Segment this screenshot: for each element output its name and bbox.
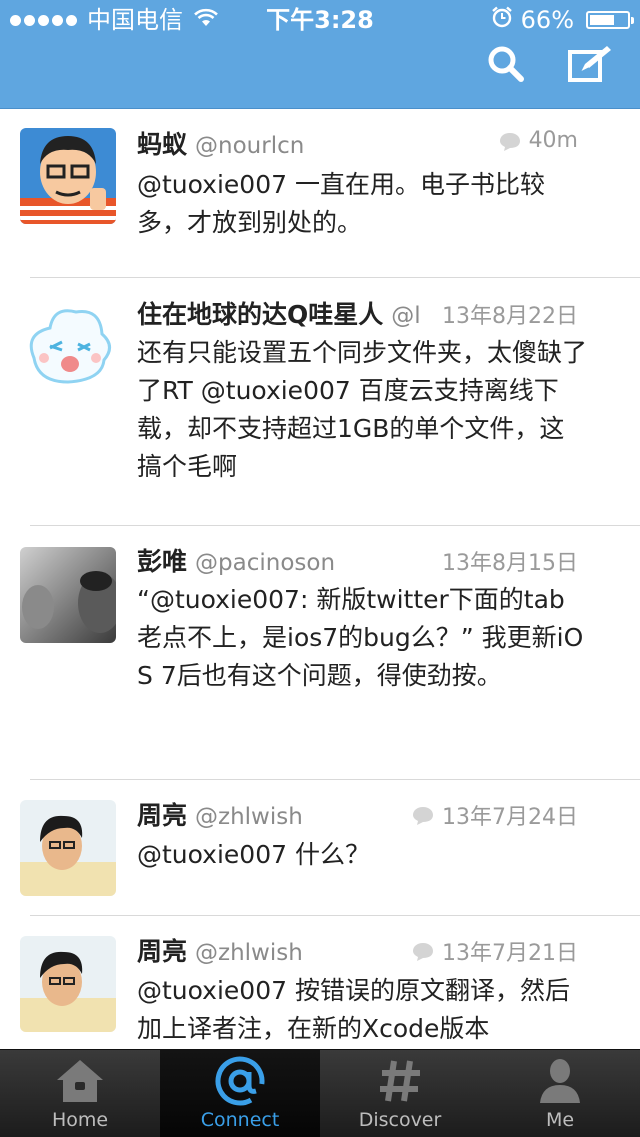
avatar[interactable] bbox=[20, 936, 116, 1032]
tweet-author-handle: @nourlcn bbox=[195, 133, 305, 159]
tweet-author-handle: @pacinoson bbox=[195, 550, 336, 576]
person-icon bbox=[532, 1055, 588, 1107]
battery-percent: 66% bbox=[520, 6, 574, 34]
tweet-time: 13年7月24日 bbox=[406, 799, 578, 831]
tweet-item[interactable]: 周亮 @zhlwish 13年7月21日 @tuoxie007 按错误的原文翻译… bbox=[0, 916, 640, 1049]
timeline[interactable]: 蚂蚁 @nourlcn 40m @tuoxie007 一直在用。电子书比较多，才… bbox=[0, 109, 640, 1049]
tweet-author-name[interactable]: 周亮 bbox=[137, 796, 187, 832]
reply-bubble-icon bbox=[412, 942, 434, 961]
avatar[interactable] bbox=[20, 298, 116, 394]
home-icon bbox=[52, 1055, 108, 1107]
at-sign-icon bbox=[212, 1055, 268, 1107]
search-button[interactable] bbox=[482, 44, 530, 88]
tweet-text: @tuoxie007 一直在用。电子书比较多，才放到别处的。 bbox=[137, 170, 545, 237]
tab-connect-label: Connect bbox=[200, 1109, 280, 1131]
tweet-author-name[interactable]: 蚂蚁 bbox=[137, 125, 187, 161]
tweet-author-name[interactable]: 彭唯 bbox=[137, 542, 187, 578]
tweet-time: 13年8月22日 bbox=[436, 298, 578, 330]
tweet-author-name[interactable]: 周亮 bbox=[137, 932, 187, 968]
reply-bubble-icon bbox=[499, 132, 521, 151]
tweet-time-label: 13年8月15日 bbox=[442, 551, 578, 576]
compose-icon bbox=[567, 44, 613, 88]
tweet-time-label: 40m bbox=[528, 128, 578, 153]
tweet-author-handle: @zhlwish bbox=[195, 804, 303, 830]
tweet-author-handle: @zhlwish bbox=[195, 940, 303, 966]
tweet-item[interactable]: 周亮 @zhlwish 13年7月24日 @tuoxie007 什么？ bbox=[0, 780, 640, 916]
tweet-text: @tuoxie007 按错误的原文翻译，然后加上译者注，在新的Xcode版本 bbox=[137, 976, 570, 1043]
tweet-time-label: 13年8月22日 bbox=[442, 304, 578, 329]
avatar[interactable] bbox=[20, 800, 116, 896]
tweet-text: 还有只能设置五个同步文件夹，太傻缺了了RT @tuoxie007 百度云支持离线… bbox=[137, 338, 588, 481]
search-icon bbox=[486, 44, 526, 88]
hashtag-icon bbox=[372, 1055, 428, 1107]
tweet-time: 13年8月15日 bbox=[436, 545, 578, 577]
avatar[interactable] bbox=[20, 547, 116, 643]
tweet-item[interactable]: 蚂蚁 @nourlcn 40m @tuoxie007 一直在用。电子书比较多，才… bbox=[0, 109, 640, 278]
reply-bubble-icon bbox=[412, 806, 434, 825]
status-bar: 中国电信 下午3:28 66% bbox=[0, 0, 640, 40]
tweet-time-label: 13年7月21日 bbox=[442, 941, 578, 966]
tab-discover[interactable]: Discover bbox=[320, 1050, 480, 1137]
tab-connect[interactable]: Connect bbox=[160, 1050, 320, 1137]
tweet-item[interactable]: 彭唯 @pacinoson 13年8月15日 “@tuoxie007: 新版tw… bbox=[0, 526, 640, 780]
avatar[interactable] bbox=[20, 128, 116, 224]
tweet-time: 40m bbox=[492, 128, 578, 153]
tweet-time-label: 13年7月24日 bbox=[442, 805, 578, 830]
top-header: 中国电信 下午3:28 66% bbox=[0, 0, 640, 109]
tweet-author-name[interactable]: 住在地球的达Q哇星人 bbox=[137, 295, 383, 331]
tweet-time: 13年7月21日 bbox=[406, 935, 578, 967]
tweet-author-handle: @l bbox=[391, 303, 421, 329]
tab-discover-label: Discover bbox=[358, 1109, 442, 1131]
tab-bar: Home Connect Discover Me bbox=[0, 1049, 640, 1137]
alarm-icon bbox=[491, 0, 513, 40]
compose-button[interactable] bbox=[566, 44, 614, 88]
tab-home[interactable]: Home bbox=[0, 1050, 160, 1137]
battery-icon bbox=[586, 11, 634, 29]
tab-me[interactable]: Me bbox=[480, 1050, 640, 1137]
tweet-text: “@tuoxie007: 新版twitter下面的tab老点不上，是ios7的b… bbox=[137, 585, 584, 690]
tab-me-label: Me bbox=[545, 1109, 575, 1131]
tweet-item[interactable]: 住在地球的达Q哇星人 @l 13年8月22日 还有只能设置五个同步文件夹，太傻缺… bbox=[0, 278, 640, 526]
tab-home-label: Home bbox=[51, 1109, 109, 1131]
tweet-text: @tuoxie007 什么？ bbox=[137, 840, 370, 869]
